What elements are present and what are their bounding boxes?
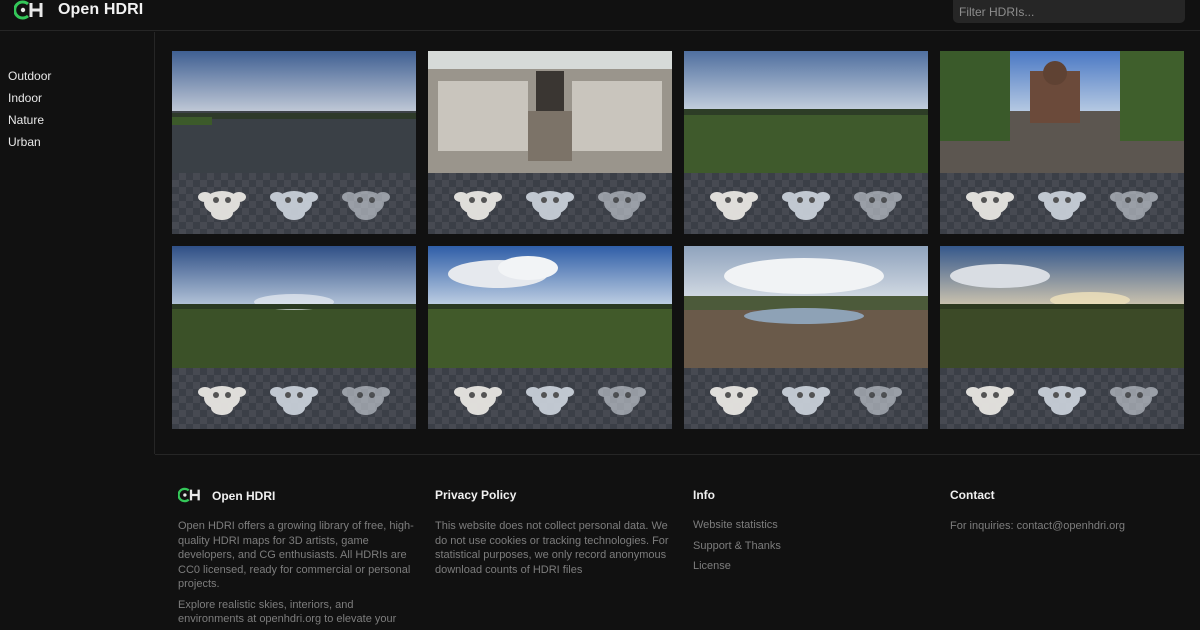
footer-brand: Open HDRI: [177, 487, 418, 506]
hdri-card[interactable]: [940, 246, 1184, 429]
site-footer: Open HDRI Open HDRI offers a growing lib…: [155, 454, 1200, 630]
footer-about-column: Open HDRI Open HDRI offers a growing lib…: [177, 487, 418, 627]
open-hdri-logo-icon: [14, 0, 48, 20]
hdri-panorama-thumbnail: [684, 51, 928, 173]
hdri-material-preview: [172, 368, 416, 429]
footer-brand-name: Open HDRI: [212, 489, 276, 503]
hdri-material-preview: [428, 368, 672, 429]
top-bar: Open HDRI: [0, 0, 1200, 31]
brand-name: Open HDRI: [58, 1, 144, 18]
sidebar-item-indoor[interactable]: Indoor: [8, 91, 51, 113]
hdri-grid: [172, 51, 1184, 429]
hdri-panorama-thumbnail: [428, 51, 672, 173]
hdri-card[interactable]: [172, 246, 416, 429]
hdri-material-preview: [172, 173, 416, 234]
hdri-card[interactable]: [940, 51, 1184, 234]
privacy-policy-text: This website does not collect personal d…: [435, 520, 669, 576]
license-link[interactable]: License: [693, 560, 893, 581]
info-heading: Info: [693, 488, 715, 502]
open-hdri-logo-icon: [177, 487, 204, 506]
footer-privacy-column: Privacy Policy This website does not col…: [435, 488, 675, 577]
hdri-card[interactable]: [428, 246, 672, 429]
hdri-panorama-thumbnail: [428, 246, 672, 368]
category-sidebar: Outdoor Indoor Nature Urban: [0, 32, 155, 454]
category-list: Outdoor Indoor Nature Urban: [8, 69, 51, 157]
info-links: Website statistics Support & Thanks Lice…: [693, 519, 893, 581]
hdri-material-preview: [940, 173, 1184, 234]
sidebar-item-nature[interactable]: Nature: [8, 113, 51, 135]
filter-hdris-input[interactable]: [953, 0, 1185, 23]
hdri-panorama-thumbnail: [172, 51, 416, 173]
hdri-material-preview: [940, 368, 1184, 429]
sidebar-item-outdoor[interactable]: Outdoor: [8, 69, 51, 91]
hdri-panorama-thumbnail: [940, 51, 1184, 173]
contact-heading: Contact: [950, 488, 995, 502]
privacy-policy-heading: Privacy Policy: [435, 488, 517, 502]
hdri-panorama-thumbnail: [172, 246, 416, 368]
hdri-panorama-thumbnail: [684, 246, 928, 368]
footer-about-text: Open HDRI offers a growing library of fr…: [178, 520, 414, 590]
hdri-card[interactable]: [428, 51, 672, 234]
hdri-panorama-thumbnail: [940, 246, 1184, 368]
footer-about-text-2: Explore realistic skies, interiors, and …: [178, 598, 397, 626]
contact-text[interactable]: For inquiries: contact@openhdri.org: [950, 519, 1190, 534]
website-statistics-link[interactable]: Website statistics: [693, 519, 893, 540]
footer-contact-column: Contact For inquiries: contact@openhdri.…: [950, 488, 1190, 534]
brand-home-link[interactable]: Open HDRI: [14, 0, 143, 20]
hdri-card[interactable]: [684, 51, 928, 234]
sidebar-item-urban[interactable]: Urban: [8, 135, 51, 157]
hdri-material-preview: [428, 173, 672, 234]
footer-info-column: Info Website statistics Support & Thanks…: [693, 488, 893, 581]
hdri-card[interactable]: [172, 51, 416, 234]
hdri-material-preview: [684, 368, 928, 429]
hdri-card[interactable]: [684, 246, 928, 429]
hdri-material-preview: [684, 173, 928, 234]
support-thanks-link[interactable]: Support & Thanks: [693, 540, 893, 561]
